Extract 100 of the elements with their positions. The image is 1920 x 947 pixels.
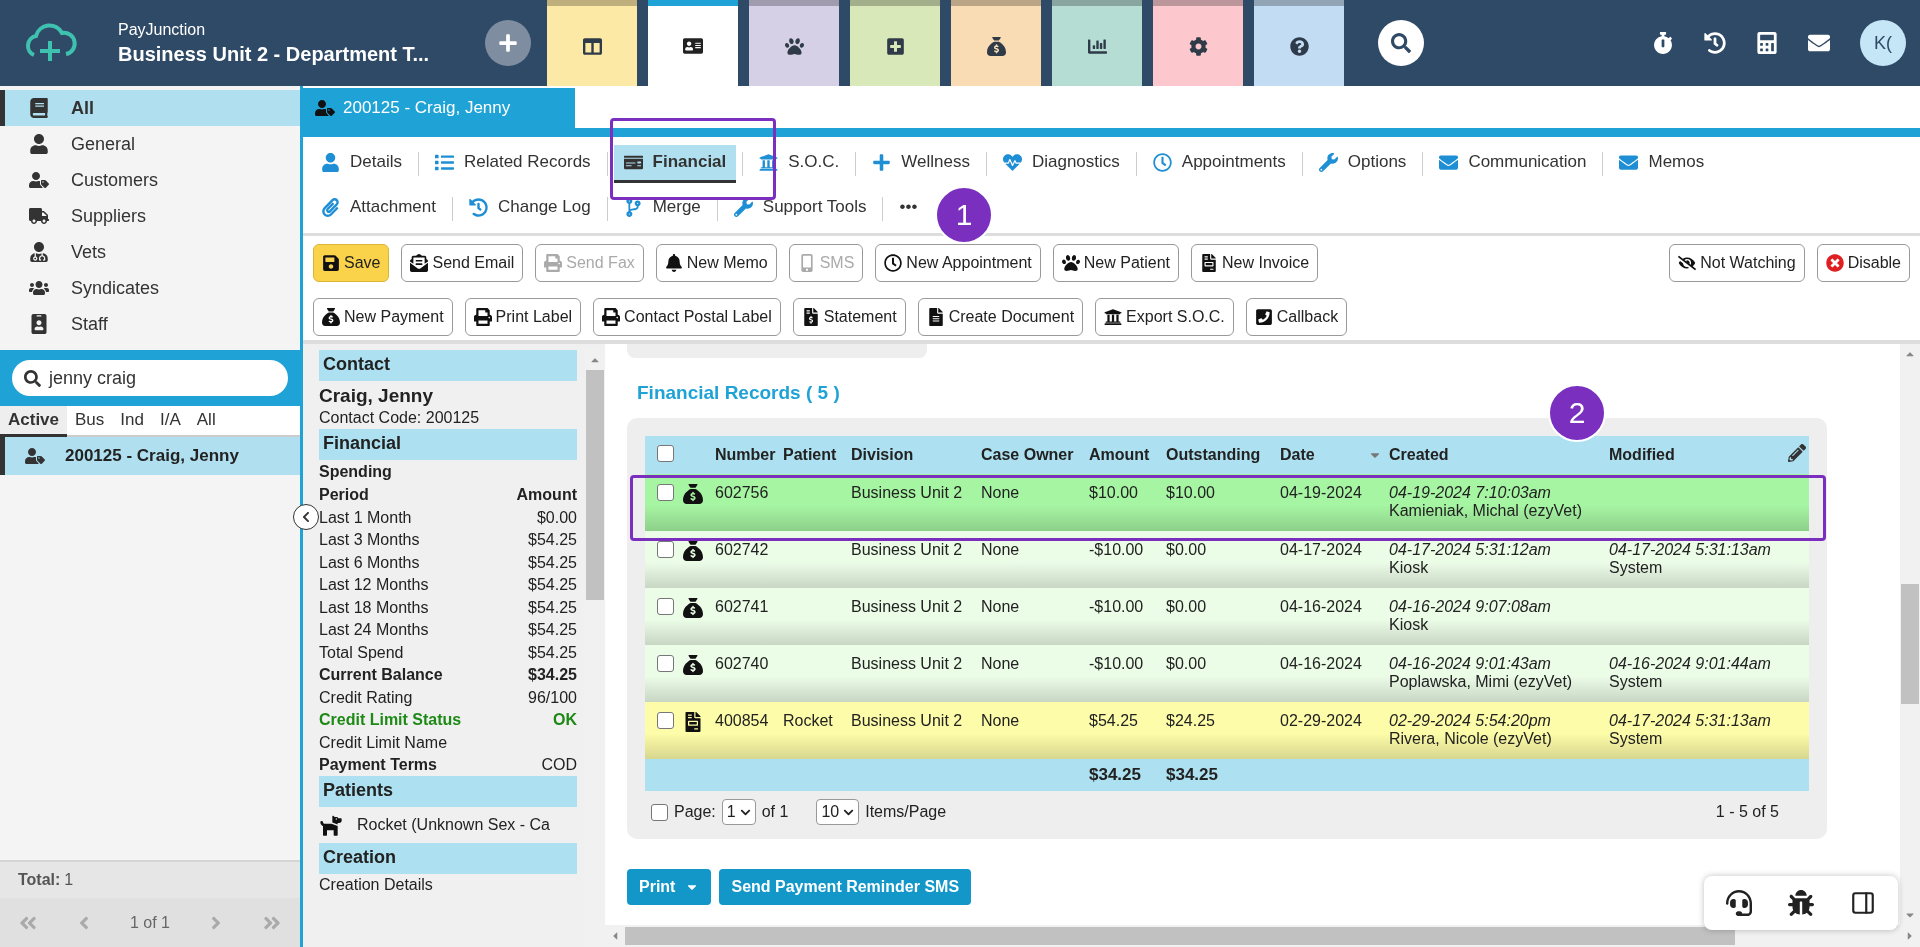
sub-tab[interactable]: Support Tools bbox=[723, 189, 877, 228]
scrollbar-thumb[interactable] bbox=[1901, 584, 1919, 704]
row-checkbox[interactable] bbox=[657, 484, 674, 501]
pager-checkbox[interactable] bbox=[651, 803, 668, 821]
column-header[interactable]: Modified bbox=[1606, 436, 1771, 474]
module-tab[interactable] bbox=[648, 0, 738, 86]
sub-tab[interactable]: Merge bbox=[613, 189, 711, 228]
sub-tab[interactable]: Details bbox=[311, 144, 412, 183]
row-checkbox[interactable] bbox=[657, 655, 674, 672]
toolbar-button[interactable]: Send Email bbox=[401, 244, 524, 282]
search-field[interactable]: jenny craig bbox=[12, 360, 288, 396]
header-tool-button[interactable] bbox=[1704, 32, 1726, 54]
tool-button[interactable] bbox=[1850, 890, 1876, 916]
table-cell: 602756 bbox=[715, 484, 769, 501]
filter-tab[interactable]: Ind bbox=[112, 406, 152, 437]
scrollbar[interactable] bbox=[1900, 344, 1920, 925]
filter-tab[interactable]: Active bbox=[0, 406, 68, 437]
page-select[interactable]: 1 bbox=[721, 799, 756, 825]
filter-tab[interactable]: I/A bbox=[151, 406, 189, 437]
record-row[interactable]: 602741 Business Unit 2 None -$10.00 $0.00 04-16-2024 04-16-2024 9:07:08am Kiosk bbox=[645, 588, 1809, 645]
row-checkbox[interactable] bbox=[657, 712, 674, 729]
toolbar-button[interactable]: Contact Postal Label bbox=[593, 298, 781, 336]
scrollbar-thumb[interactable] bbox=[586, 370, 604, 600]
column-header[interactable]: Date bbox=[1277, 436, 1386, 474]
sub-tab[interactable]: Diagnostics bbox=[992, 144, 1130, 183]
page-size-select[interactable]: 10 bbox=[816, 799, 860, 825]
toolbar-button[interactable]: Create Document bbox=[917, 298, 1084, 336]
toolbar-button[interactable]: Not Watching bbox=[1669, 244, 1805, 282]
sub-tab[interactable]: Related Records bbox=[424, 144, 601, 183]
column-header[interactable]: Created bbox=[1386, 436, 1606, 474]
toolbar-button[interactable]: Save bbox=[313, 244, 390, 282]
sub-tab[interactable]: Communication bbox=[1429, 144, 1597, 183]
toolbar-button[interactable]: New Payment bbox=[313, 298, 453, 336]
filter-tab[interactable]: All bbox=[188, 406, 224, 437]
sub-tab[interactable]: Attachment bbox=[311, 189, 446, 228]
sidebar-item[interactable]: Customers bbox=[0, 162, 300, 198]
scrollbar-thumb[interactable] bbox=[625, 927, 1735, 945]
add-button[interactable] bbox=[485, 20, 531, 66]
row-checkbox[interactable] bbox=[657, 541, 674, 558]
search-result[interactable]: 200125 - Craig, Jenny bbox=[0, 437, 300, 475]
select-all-checkbox[interactable] bbox=[657, 444, 674, 462]
column-header[interactable]: Outstanding bbox=[1163, 436, 1277, 474]
page-label: Page: bbox=[674, 803, 716, 821]
sidebar-item[interactable]: Staff bbox=[0, 306, 300, 342]
column-header[interactable]: Patient bbox=[780, 436, 848, 474]
sub-tab[interactable]: Change Log bbox=[459, 189, 601, 228]
horizontal-scrollbar[interactable] bbox=[605, 925, 1920, 947]
info-label: Last 6 Months bbox=[319, 552, 420, 573]
header-tool-button[interactable] bbox=[1808, 32, 1830, 54]
sub-tab[interactable]: S.O.C. bbox=[749, 144, 850, 183]
module-tab[interactable] bbox=[1254, 0, 1344, 86]
toolbar-button[interactable]: Statement bbox=[792, 298, 906, 336]
search-button[interactable] bbox=[1378, 20, 1424, 66]
info-label: Credit Rating bbox=[319, 687, 413, 708]
header-tool-button[interactable] bbox=[1756, 32, 1778, 54]
record-row[interactable]: 602742 Business Unit 2 None -$10.00 $0.00 04-17-2024 04-17-2024 5:31:12am Kiosk 04-17-2024 5:31:13am System bbox=[645, 531, 1809, 588]
sub-tab[interactable]: Wellness bbox=[862, 144, 980, 183]
column-header[interactable]: Case Owner bbox=[978, 436, 1086, 474]
module-tab[interactable] bbox=[1153, 0, 1243, 86]
info-label: Last 1 Month bbox=[319, 507, 412, 528]
sub-tab[interactable]: Options bbox=[1308, 144, 1417, 183]
toolbar-button[interactable]: Print Label bbox=[464, 298, 582, 336]
sidebar-item[interactable]: Suppliers bbox=[0, 198, 300, 234]
record-row[interactable]: 400854 Rocket Business Unit 2 None $54.25 $24.25 02-29-2024 02-29-2024 5:54:20pm Rivera, Nicole (ezyVet) 04-17-2024 5:31:13am System bbox=[645, 702, 1809, 759]
toolbar-button[interactable]: Disable bbox=[1816, 244, 1910, 282]
toolbar-button[interactable]: New Memo bbox=[655, 244, 777, 282]
tool-button[interactable] bbox=[1788, 890, 1814, 916]
section-title: Financial Records ( 5 ) bbox=[637, 382, 841, 404]
toolbar-button[interactable]: Callback bbox=[1245, 298, 1348, 336]
sidebar-item[interactable]: All bbox=[0, 90, 300, 126]
pencil-icon[interactable] bbox=[1788, 444, 1806, 462]
business-unit-title[interactable]: Business Unit 2 - Department T... bbox=[118, 42, 485, 66]
tool-button[interactable] bbox=[1726, 890, 1752, 916]
sidebar-item[interactable]: Syndicates bbox=[0, 270, 300, 306]
sidebar-item[interactable]: General bbox=[0, 126, 300, 162]
header-tool-button[interactable] bbox=[1652, 32, 1674, 54]
patient-link[interactable]: Rocket (Unknown Sex - Ca bbox=[319, 807, 577, 843]
toolbar-button[interactable]: New Invoice bbox=[1191, 244, 1319, 282]
toolbar-button[interactable]: Export S.O.C. bbox=[1095, 298, 1234, 336]
toolbar-button[interactable]: New Patient bbox=[1052, 244, 1180, 282]
toolbar-button[interactable]: New Appointment bbox=[875, 244, 1041, 282]
sub-tab[interactable]: Appointments bbox=[1142, 144, 1296, 183]
info-text: Contact Code: 200125 bbox=[319, 408, 481, 428]
info-value: $54.25 bbox=[528, 552, 577, 573]
column-header[interactable]: Division bbox=[848, 436, 978, 474]
sub-tab[interactable]: Memos bbox=[1609, 144, 1715, 183]
info-value: OK bbox=[553, 710, 577, 730]
row-checkbox[interactable] bbox=[657, 598, 674, 615]
user-avatar[interactable]: K( bbox=[1860, 20, 1906, 66]
module-tab[interactable] bbox=[951, 0, 1041, 86]
module-tab[interactable] bbox=[850, 0, 940, 86]
sub-tab[interactable]: Financial bbox=[613, 144, 737, 183]
record-row[interactable]: 602756 Business Unit 2 None $10.00 $10.00 04-19-2024 04-19-2024 7:10:03am Kamieniak, Michal (ezyVet) bbox=[645, 474, 1809, 531]
sidebar-item[interactable]: Vets bbox=[0, 234, 300, 270]
plus-icon bbox=[872, 152, 892, 172]
column-header[interactable]: Amount bbox=[1086, 436, 1163, 474]
filter-tab[interactable]: Bus bbox=[67, 406, 113, 437]
sub-tab[interactable]: ••• bbox=[889, 189, 928, 228]
record-row[interactable]: 602740 Business Unit 2 None -$10.00 $0.00 04-16-2024 04-16-2024 9:01:43am Poplawska, Mimi (ezyVet) 04-16-2024 9:01:44am System bbox=[645, 645, 1809, 702]
column-header[interactable]: Number bbox=[712, 436, 780, 474]
